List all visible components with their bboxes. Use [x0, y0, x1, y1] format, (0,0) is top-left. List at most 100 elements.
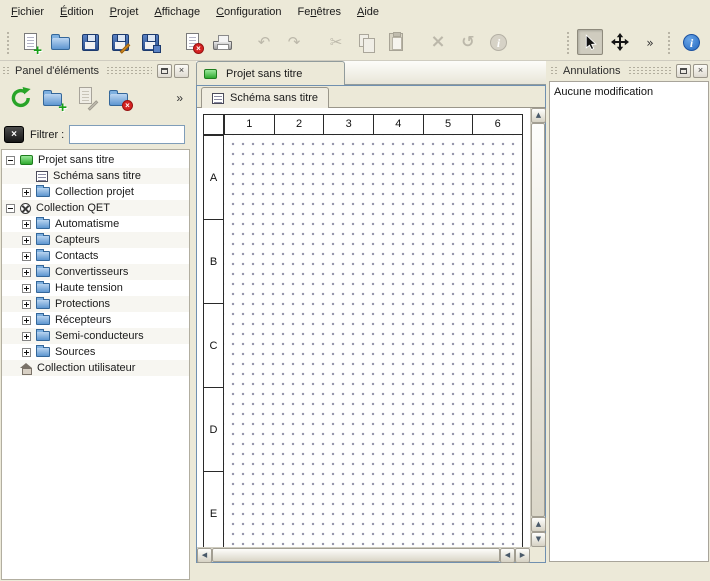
tree-item[interactable]: Collection utilisateur	[2, 360, 189, 376]
menu-item[interactable]: Édition	[52, 0, 102, 23]
tree-item[interactable]: Schéma sans titre	[2, 168, 189, 184]
vertical-scrollbar-track[interactable]	[531, 123, 545, 517]
clear-filter-button[interactable]: ×	[4, 126, 24, 143]
tree-expander[interactable]	[22, 220, 31, 229]
rotate-button[interactable]: ↺	[455, 29, 481, 55]
menu-item[interactable]: Aide	[349, 0, 387, 23]
delete-button[interactable]: ×	[425, 29, 451, 55]
right-arrow-icon: ▶	[520, 552, 525, 559]
tree-expander[interactable]	[22, 316, 31, 325]
tree-expander[interactable]	[6, 156, 15, 165]
filter-input[interactable]	[69, 125, 185, 144]
menu-item-mnemonic: É	[60, 6, 67, 18]
element-info-button[interactable]: i	[485, 29, 511, 55]
save-all-button[interactable]	[137, 29, 163, 55]
scroll-left-button-right[interactable]: ◀	[500, 548, 515, 563]
new-project-button[interactable]: +	[17, 29, 43, 55]
dock-grip	[2, 66, 11, 75]
pan-tool-button[interactable]	[607, 29, 633, 55]
tree-item[interactable]: Récepteurs	[2, 312, 189, 328]
print-button[interactable]	[209, 29, 235, 55]
tree-item[interactable]: Sources	[2, 344, 189, 360]
new-element-button[interactable]: +	[39, 83, 68, 112]
toolbar-drag-handle[interactable]	[5, 30, 11, 54]
save-button[interactable]	[77, 29, 103, 55]
menu-item[interactable]: Fenêtres	[290, 0, 349, 23]
toolbar-overflow-button[interactable]: »	[637, 29, 663, 55]
undo-list-item[interactable]: Aucune modification	[552, 85, 706, 101]
menu-item-text: Fe	[298, 6, 311, 18]
toolbar-drag-handle[interactable]	[565, 30, 571, 54]
tree-item[interactable]: Projet sans titre	[2, 152, 189, 168]
tab-schema-sans-titre[interactable]: Schéma sans titre	[201, 87, 329, 108]
menu-item[interactable]: Fichier	[3, 0, 52, 23]
elements-panel-title-bar[interactable]: Panel d'éléments ×	[0, 62, 191, 79]
tree-expander[interactable]	[22, 348, 31, 357]
vertical-scrollbar-thumb[interactable]	[531, 123, 545, 517]
mdi-tab-bar: Projet sans titre	[196, 61, 546, 85]
save-as-button[interactable]	[107, 29, 133, 55]
copy-button[interactable]	[353, 29, 379, 55]
tree-item[interactable]: Semi-conducteurs	[2, 328, 189, 344]
undo-button[interactable]: ↶	[251, 29, 277, 55]
tree-item-label: Collection projet	[55, 186, 134, 198]
tree-item-icon	[36, 251, 50, 261]
clipboard-icon	[389, 33, 403, 51]
open-project-button[interactable]	[47, 29, 73, 55]
undo-panel-title-bar[interactable]: Annulations ×	[548, 62, 710, 79]
reload-collections-button[interactable]	[6, 83, 35, 112]
tree-item[interactable]: Convertisseurs	[2, 264, 189, 280]
tree-expander[interactable]	[22, 188, 31, 197]
project-area: Projet sans titre Schéma sans titre	[196, 61, 546, 581]
menu-item[interactable]: Projet	[102, 0, 147, 23]
close-project-button[interactable]: ×	[179, 29, 205, 55]
tree-expander[interactable]	[6, 204, 15, 213]
scroll-left-button[interactable]: ◀	[197, 548, 212, 563]
column-label: 6	[472, 115, 522, 134]
delete-element-button[interactable]: ×	[105, 83, 134, 112]
edit-element-button[interactable]	[72, 83, 101, 112]
tree-item[interactable]: Collection projet	[2, 184, 189, 200]
horizontal-scrollbar-track[interactable]	[212, 548, 500, 562]
horizontal-scrollbar[interactable]: ◀ ◀ ▶	[197, 547, 530, 562]
dock-close-button[interactable]: ×	[693, 64, 708, 78]
scissors-icon: ✂	[324, 30, 348, 54]
horizontal-scrollbar-thumb[interactable]	[212, 548, 500, 562]
tree-item[interactable]: Haute tension	[2, 280, 189, 296]
column-label: 4	[373, 115, 423, 134]
tree-item[interactable]: Contacts	[2, 248, 189, 264]
ruler-corner	[204, 115, 224, 134]
paste-button[interactable]	[383, 29, 409, 55]
tree-item-icon	[20, 363, 32, 374]
tree-expander[interactable]	[22, 332, 31, 341]
redo-button[interactable]: ↷	[281, 29, 307, 55]
scroll-up-button-bottom[interactable]: ▲	[531, 517, 546, 532]
menu-item[interactable]: Affichage	[146, 0, 208, 23]
diagram-view[interactable]: 123456 ABCDE	[197, 108, 530, 547]
scroll-down-button[interactable]: ▼	[531, 532, 546, 547]
dock-float-button[interactable]	[157, 64, 172, 78]
diagram-grid[interactable]	[224, 135, 522, 547]
menu-item[interactable]: Configuration	[208, 0, 289, 23]
tree-item[interactable]: Automatisme	[2, 216, 189, 232]
dock-float-button[interactable]	[676, 64, 691, 78]
cut-button[interactable]: ✂	[323, 29, 349, 55]
scroll-up-button[interactable]: ▲	[531, 108, 546, 123]
info-circle-gray-icon: i	[490, 34, 507, 51]
toolbar-drag-handle[interactable]	[666, 30, 672, 54]
tree-expander[interactable]	[22, 300, 31, 309]
tree-expander[interactable]	[22, 236, 31, 245]
vertical-scrollbar[interactable]: ▲ ▲ ▼	[530, 108, 545, 547]
panel-toolbar-overflow-button[interactable]: »	[176, 85, 183, 111]
tree-expander[interactable]	[22, 268, 31, 277]
selection-tool-button[interactable]	[577, 29, 603, 55]
tab-projet-sans-titre[interactable]: Projet sans titre	[196, 61, 345, 85]
dock-close-button[interactable]: ×	[174, 64, 189, 78]
tree-expander[interactable]	[22, 284, 31, 293]
tree-item[interactable]: Collection QET	[2, 200, 189, 216]
tree-item[interactable]: Capteurs	[2, 232, 189, 248]
about-button[interactable]: i	[678, 29, 704, 55]
scroll-right-button[interactable]: ▶	[515, 548, 530, 563]
tree-item[interactable]: Protections	[2, 296, 189, 312]
tree-expander[interactable]	[22, 252, 31, 261]
